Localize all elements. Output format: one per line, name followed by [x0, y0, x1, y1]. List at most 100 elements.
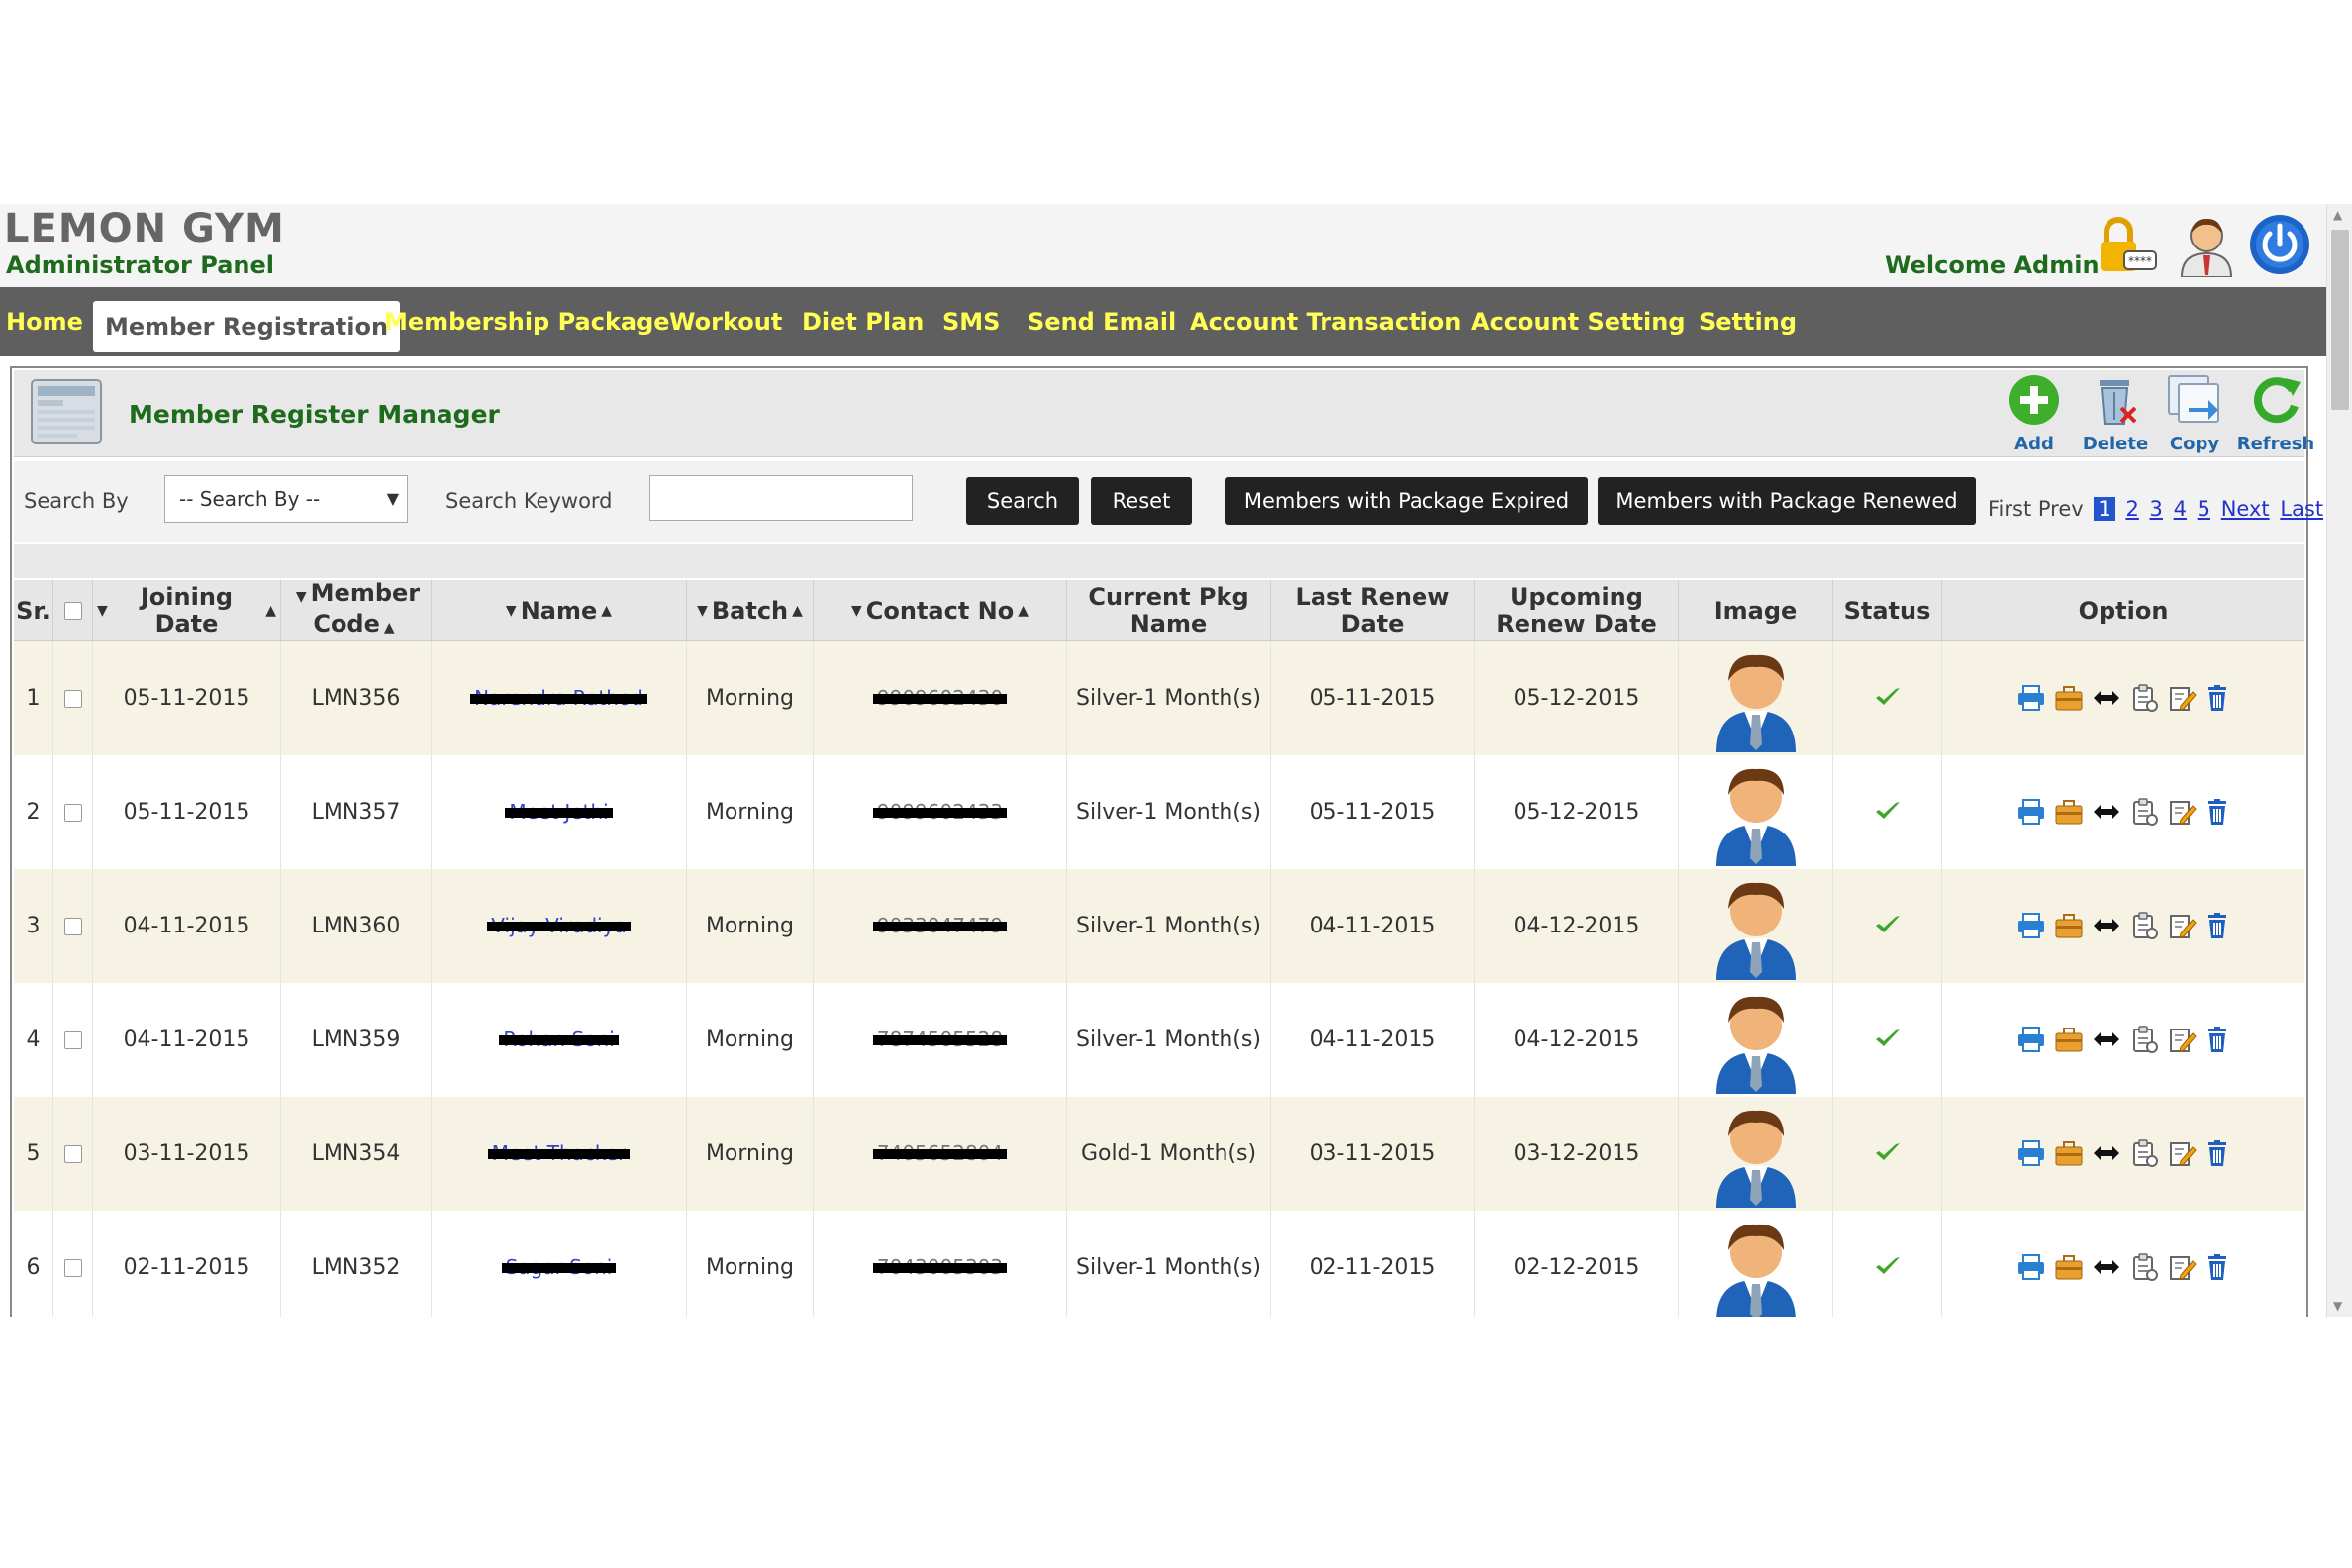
nav-membership-package[interactable]: Membership Package — [384, 287, 670, 356]
copy-button[interactable]: Copy — [2150, 370, 2239, 454]
transfer-arrows-icon[interactable] — [2092, 1026, 2121, 1053]
clipboard-icon[interactable] — [2129, 1025, 2159, 1054]
row-checkbox[interactable] — [63, 804, 82, 822]
edit-icon[interactable] — [2167, 1253, 2197, 1281]
clipboard-icon[interactable] — [2129, 797, 2159, 827]
edit-icon[interactable] — [2167, 798, 2197, 826]
clipboard-icon[interactable] — [2129, 911, 2159, 940]
search-keyword-input[interactable] — [649, 475, 913, 521]
th-contact-no[interactable]: ▼ Contact No ▲ — [814, 580, 1067, 641]
pager-page-3[interactable]: 3 — [2150, 497, 2163, 521]
change-password-lock-icon[interactable]: **** — [2095, 212, 2160, 277]
scroll-up-arrow-icon[interactable]: ▲ — [2333, 208, 2342, 222]
row-checkbox[interactable] — [63, 1259, 82, 1277]
pager-page-5[interactable]: 5 — [2198, 497, 2210, 521]
member-name-link[interactable]: Meet Thacker — [487, 1097, 630, 1211]
active-checkmark-icon[interactable] — [1874, 688, 1902, 715]
options-cell — [1942, 755, 2304, 869]
member-image-cell — [1679, 755, 1833, 869]
print-icon[interactable] — [2016, 1253, 2046, 1281]
clipboard-icon[interactable] — [2129, 683, 2159, 713]
pager-next[interactable]: Next — [2221, 497, 2270, 521]
pager-page-1[interactable]: 1 — [2094, 497, 2115, 521]
nav-account-setting[interactable]: Account Setting — [1471, 287, 1686, 356]
nav-send-email[interactable]: Send Email — [1028, 287, 1176, 356]
package-expired-button[interactable]: Members with Package Expired — [1225, 477, 1588, 525]
row-checkbox[interactable] — [63, 1031, 82, 1049]
package-renewed-button[interactable]: Members with Package Renewed — [1598, 477, 1976, 525]
print-icon[interactable] — [2016, 684, 2046, 712]
add-button[interactable]: Add — [1990, 370, 2079, 454]
delete-trash-icon[interactable] — [2205, 798, 2230, 826]
print-icon[interactable] — [2016, 1139, 2046, 1167]
nav-diet-plan[interactable]: Diet Plan — [802, 287, 924, 356]
transfer-arrows-icon[interactable] — [2092, 1139, 2121, 1167]
welcome-text: Welcome Admin — [1885, 251, 2100, 279]
edit-icon[interactable] — [2167, 684, 2197, 712]
refresh-button[interactable]: Refresh — [2231, 370, 2320, 454]
active-checkmark-icon[interactable] — [1874, 1029, 1902, 1056]
nav-sms[interactable]: SMS — [942, 287, 1000, 356]
edit-icon[interactable] — [2167, 1026, 2197, 1053]
print-icon[interactable] — [2016, 912, 2046, 939]
pager-page-4[interactable]: 4 — [2174, 497, 2187, 521]
clipboard-icon[interactable] — [2129, 1138, 2159, 1168]
logout-power-icon[interactable] — [2247, 212, 2312, 277]
nav-workout[interactable]: Workout — [669, 287, 782, 356]
delete-button[interactable]: Delete — [2071, 370, 2160, 454]
delete-trash-icon[interactable] — [2205, 1139, 2230, 1167]
edit-icon[interactable] — [2167, 1139, 2197, 1167]
scroll-down-arrow-icon[interactable]: ▼ — [2333, 1299, 2342, 1313]
pager-last[interactable]: Last — [2280, 497, 2323, 521]
package-briefcase-icon[interactable] — [2054, 1253, 2084, 1281]
nav-home[interactable]: Home — [6, 287, 83, 356]
th-name[interactable]: ▼ Name ▲ — [432, 580, 687, 641]
member-name-link[interactable]: Rohan Soni — [499, 983, 620, 1097]
transfer-arrows-icon[interactable] — [2092, 684, 2121, 712]
pager-page-2[interactable]: 2 — [2125, 497, 2138, 521]
nav-member-registration[interactable]: Member Registration — [93, 301, 401, 352]
delete-trash-icon[interactable] — [2205, 684, 2230, 712]
active-checkmark-icon[interactable] — [1874, 802, 1902, 829]
active-checkmark-icon[interactable] — [1874, 1143, 1902, 1170]
search-button[interactable]: Search — [966, 477, 1079, 525]
member-name-link[interactable]: Meet Jethi — [505, 755, 614, 869]
reset-button[interactable]: Reset — [1091, 477, 1192, 525]
admin-profile-icon[interactable] — [2174, 212, 2239, 278]
active-checkmark-icon[interactable] — [1874, 916, 1902, 942]
package-briefcase-icon[interactable] — [2054, 912, 2084, 939]
transfer-arrows-icon[interactable] — [2092, 798, 2121, 826]
package-briefcase-icon[interactable] — [2054, 684, 2084, 712]
pager-prev: Prev — [2037, 497, 2084, 521]
nav-setting[interactable]: Setting — [1699, 287, 1797, 356]
row-checkbox[interactable] — [63, 690, 82, 708]
package-briefcase-icon[interactable] — [2054, 1139, 2084, 1167]
page-scrollbar[interactable]: ▲ ▼ — [2326, 204, 2352, 1317]
print-icon[interactable] — [2016, 1026, 2046, 1053]
active-checkmark-icon[interactable] — [1874, 1257, 1902, 1284]
transfer-arrows-icon[interactable] — [2092, 912, 2121, 939]
th-member-code[interactable]: ▼ Member Code ▲ — [281, 580, 432, 641]
delete-trash-icon[interactable] — [2205, 912, 2230, 939]
search-by-select[interactable]: -- Search By -- ▼ — [164, 475, 408, 523]
member-name-link[interactable]: Vijay Viradiya — [487, 869, 632, 983]
row-checkbox[interactable] — [63, 918, 82, 935]
member-image-cell — [1679, 1097, 1833, 1211]
scrollbar-thumb[interactable] — [2331, 230, 2349, 410]
th-batch[interactable]: ▼ Batch ▲ — [687, 580, 814, 641]
member-name-link[interactable]: Sagar Soni — [501, 1211, 616, 1317]
edit-icon[interactable] — [2167, 912, 2197, 939]
package-briefcase-icon[interactable] — [2054, 1026, 2084, 1053]
print-icon[interactable] — [2016, 798, 2046, 826]
transfer-arrows-icon[interactable] — [2092, 1253, 2121, 1281]
clipboard-icon[interactable] — [2129, 1252, 2159, 1282]
member-avatar[interactable] — [1711, 1224, 1802, 1317]
th-joining-date[interactable]: ▼ Joining Date ▲ — [93, 580, 281, 641]
nav-account-transaction[interactable]: Account Transaction — [1190, 287, 1461, 356]
delete-trash-icon[interactable] — [2205, 1253, 2230, 1281]
member-name-link[interactable]: Narendra Rathod — [470, 641, 647, 755]
package-briefcase-icon[interactable] — [2054, 798, 2084, 826]
delete-trash-icon[interactable] — [2205, 1026, 2230, 1053]
row-checkbox[interactable] — [63, 1145, 82, 1163]
select-all-checkbox[interactable] — [63, 602, 82, 620]
